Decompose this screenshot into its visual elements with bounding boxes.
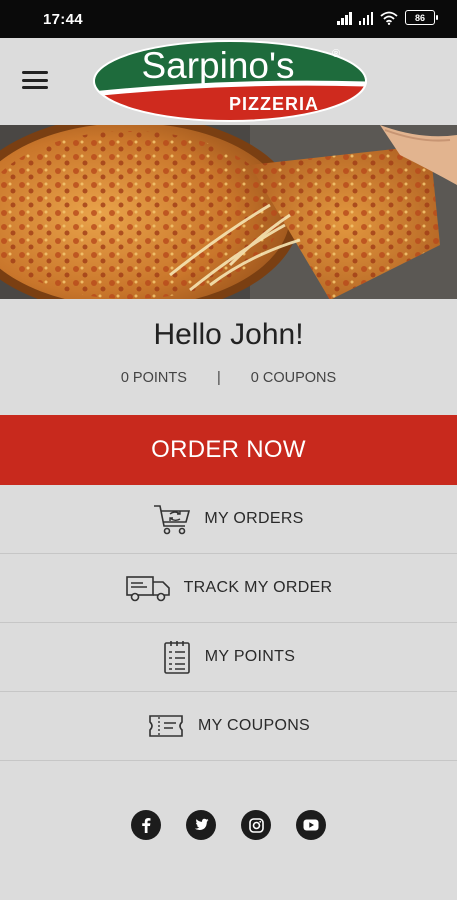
stats-separator: | (216, 370, 221, 386)
signal-secondary-icon (358, 11, 373, 25)
facebook-icon[interactable] (131, 810, 161, 840)
twitter-icon[interactable] (186, 810, 216, 840)
menu-item-my-coupons[interactable]: MY COUPONS (0, 692, 457, 761)
signal-icon (337, 11, 352, 25)
points-coupons-summary: 0 POINTS | 0 COUPONS (0, 370, 457, 386)
youtube-icon[interactable] (296, 810, 326, 840)
sarpinos-logo[interactable]: Sarpino's ® PIZZERIA (92, 40, 368, 122)
menu-item-my-points[interactable]: MY POINTS (0, 623, 457, 692)
menu-item-track-my-order[interactable]: TRACK MY ORDER (0, 554, 457, 623)
social-links (0, 810, 457, 840)
pizza-hero-image (0, 125, 457, 299)
status-icons: 86 (337, 10, 438, 25)
logo-brand-name: Sarpino's (141, 45, 294, 86)
registered-mark: ® (332, 48, 340, 60)
clock: 17:44 (43, 11, 83, 28)
greeting-text: Hello John! (153, 318, 304, 351)
logo-subtitle: PIZZERIA (229, 94, 319, 114)
points-count: 0 POINTS (120, 370, 187, 386)
menu-item-my-orders[interactable]: MY ORDERS (0, 485, 457, 554)
hamburger-icon[interactable] (22, 69, 48, 91)
menu-label-track-my-order: TRACK MY ORDER (183, 579, 333, 596)
menu-label-my-coupons: MY COUPONS (197, 717, 311, 734)
app-header: Sarpino's ® PIZZERIA (0, 38, 457, 125)
wifi-icon (380, 11, 398, 25)
menu-label-my-points: MY POINTS (204, 648, 296, 665)
checklist-icon (163, 641, 190, 674)
coupon-ticket-icon (149, 715, 183, 737)
instagram-icon[interactable] (241, 810, 271, 840)
cart-refresh-icon (154, 505, 191, 535)
menu-label-my-orders: MY ORDERS (204, 510, 304, 527)
coupons-count: 0 COUPONS (250, 370, 337, 386)
battery-icon: 86 (405, 10, 438, 25)
order-now-button[interactable]: ORDER NOW (0, 415, 457, 485)
delivery-truck-icon (125, 576, 170, 602)
status-bar: 17:44 86 (0, 0, 457, 38)
